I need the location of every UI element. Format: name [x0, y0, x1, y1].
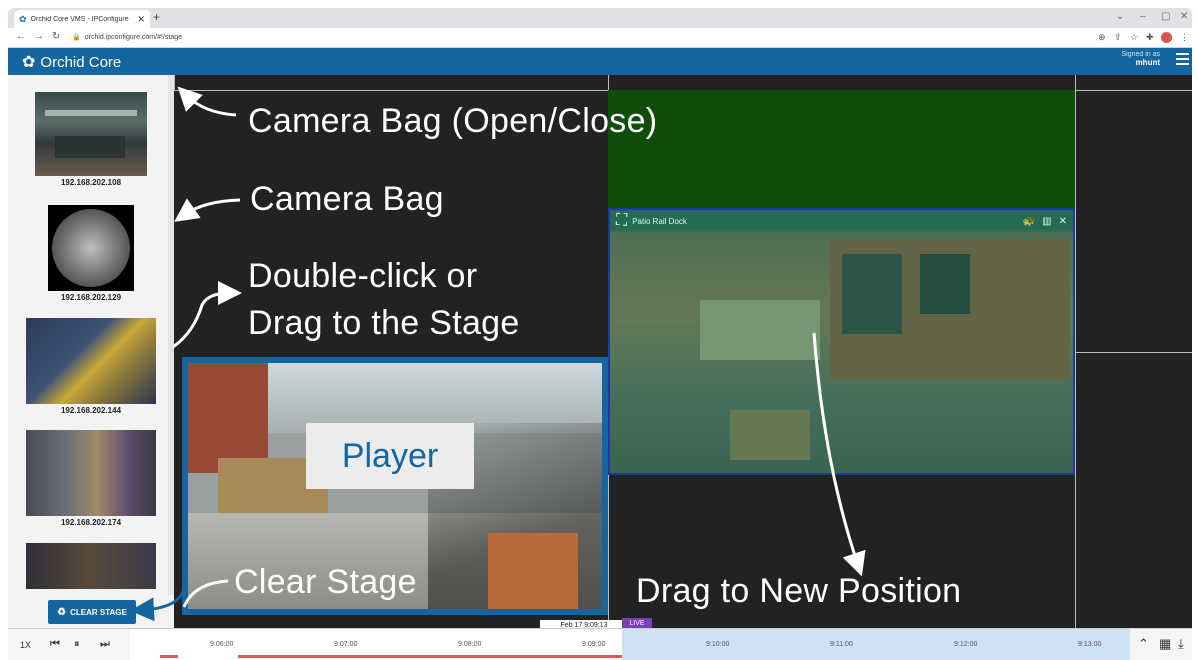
annotation-drag: Drag to New Position — [636, 572, 962, 610]
timeline-tick: 9:09:00 — [582, 641, 606, 648]
camera-ip-label: 192.168.202.108 — [60, 178, 122, 187]
annotation-arrow-clear — [134, 587, 186, 622]
browser-tab[interactable]: ✿ Orchid Core VMS - IPConfigure ✕ — [14, 10, 150, 28]
recording-segment — [160, 655, 178, 658]
timeline-ruler[interactable]: 9:06:00 9:07:00 9:08:00 9:09:00 9:10:00 … — [130, 629, 1130, 660]
share-icon[interactable]: ⇪ — [1114, 32, 1122, 43]
skip-forward-icon[interactable]: ⏭ — [100, 638, 110, 651]
timeline-tick: 9:13:00 — [1078, 641, 1102, 648]
camera-bag-item[interactable] — [26, 543, 156, 589]
playback-speed[interactable]: 1X — [20, 640, 31, 650]
reload-icon[interactable]: ↻ — [52, 31, 60, 42]
close-tab-icon[interactable]: ✕ — [137, 14, 145, 25]
camera-thumbnail[interactable] — [48, 205, 134, 291]
browser-tab-title: Orchid Core VMS - IPConfigure — [30, 15, 129, 23]
timeline-tick: 9:08:00 — [458, 641, 482, 648]
camera-ip-label: 192.168.202.129 — [60, 293, 122, 302]
camera-ip-label: 192.168.202.144 — [60, 406, 122, 415]
camera-bag-item[interactable]: 192.168.202.129 — [26, 205, 156, 302]
timeline-future-region — [622, 629, 1130, 660]
new-tab-icon[interactable]: + — [153, 10, 160, 24]
camera-thumbnail[interactable] — [26, 543, 156, 589]
calendar-icon[interactable]: ▦ — [1159, 636, 1171, 652]
app-logo[interactable]: ✿ Orchid Core — [22, 52, 121, 72]
zoom-icon[interactable]: ⊕ — [1098, 32, 1106, 43]
annotation-arrow — [177, 86, 237, 117]
clear-stage-button[interactable]: ♻ CLEAR STAGE — [48, 600, 136, 624]
extensions-puzzle-icon[interactable]: ✚ — [1146, 32, 1154, 43]
download-icon[interactable]: ⤓ — [1178, 636, 1184, 652]
url-text: orchid.ipconfigure.com/#!/stage — [84, 34, 182, 41]
annotation-arrows — [174, 86, 866, 608]
pause-icon[interactable]: ⏸ — [74, 638, 80, 651]
timeline-tick: 9:06:00 — [210, 641, 234, 648]
timeline-tick: 9:10:00 — [706, 641, 730, 648]
signed-in-label: Signed in as — [1121, 51, 1160, 58]
camera-thumbnail[interactable] — [26, 318, 156, 404]
timeline-bar: 1X ⏮ ⏸ ⏭ 9:06:00 9:07:00 9:08:00 9:09:00… — [8, 628, 1192, 660]
signed-in-user: Signed in as mhunt — [1108, 51, 1160, 67]
camera-bag-item[interactable]: 192.168.202.174 — [26, 430, 156, 527]
timeline-tick: 9:11:00 — [830, 641, 853, 648]
chevron-up-icon[interactable]: ⌃ — [1138, 636, 1149, 652]
forward-icon[interactable]: → — [34, 31, 44, 42]
maximize-icon[interactable]: ▢ — [1161, 11, 1170, 22]
annotation-arrow — [174, 198, 241, 222]
tab-search-chevron-icon[interactable]: ⌄ — [1116, 11, 1124, 22]
clear-stage-label: CLEAR STAGE — [70, 607, 127, 617]
camera-thumbnail[interactable] — [35, 92, 147, 176]
browser-address-bar: ← → ↻ 🔒 orchid.ipconfigure.com/#!/stage ⊕… — [8, 28, 1192, 48]
back-icon[interactable]: ← — [16, 31, 26, 42]
annotation-dblclick-line1: Double-click or — [248, 257, 478, 295]
camera-bag: 192.168.202.108 192.168.202.129 192.168.… — [8, 75, 174, 628]
lock-icon: 🔒 — [72, 34, 81, 41]
minimize-icon[interactable]: – — [1140, 11, 1146, 22]
skip-back-icon[interactable]: ⏮ — [50, 638, 60, 651]
url-field[interactable]: 🔒 orchid.ipconfigure.com/#!/stage — [72, 33, 182, 41]
orchid-favicon-icon: ✿ — [19, 13, 27, 24]
username: mhunt — [1135, 58, 1160, 67]
recycle-icon: ♻ — [57, 606, 67, 618]
annotation-clear: Clear Stage — [234, 563, 417, 601]
timeline-tick: 9:07:00 — [334, 641, 358, 648]
bookmark-star-icon[interactable]: ☆ — [1130, 32, 1138, 43]
camera-bag-item[interactable]: 192.168.202.144 — [26, 318, 156, 415]
app-header: ✿ Orchid Core Signed in as mhunt — [8, 48, 1192, 75]
main-menu-icon[interactable] — [1176, 53, 1189, 68]
timeline-tick: 9:12:00 — [954, 641, 978, 648]
annotation-bag: Camera Bag — [250, 180, 444, 218]
stage[interactable]: ⛶ Patio Rail Dock 🐢 ▥ ✕ Player Camera Ba… — [174, 75, 1192, 628]
annotation-arrow — [174, 281, 242, 348]
profile-avatar[interactable] — [1161, 32, 1172, 43]
annotation-bag-toggle: Camera Bag (Open/Close) — [248, 102, 658, 140]
recording-segment — [238, 655, 622, 658]
camera-ip-label: 192.168.202.174 — [60, 518, 122, 527]
app-brand-name: Orchid Core — [40, 53, 122, 71]
annotation-arrow — [812, 332, 866, 577]
annotation-dblclick-line2: Drag to the Stage — [248, 304, 520, 342]
browser-menu-icon[interactable]: ⋮ — [1180, 32, 1189, 43]
orchid-logo-icon: ✿ — [22, 54, 36, 71]
window-close-icon[interactable]: ✕ — [1180, 11, 1188, 22]
camera-thumbnail[interactable] — [26, 430, 156, 516]
browser-window: ✿ Orchid Core VMS - IPConfigure ✕ + ⌄ – … — [8, 8, 1192, 660]
browser-tab-bar: ✿ Orchid Core VMS - IPConfigure ✕ + ⌄ – … — [8, 8, 1192, 28]
camera-bag-item[interactable]: 192.168.202.108 — [26, 92, 156, 187]
